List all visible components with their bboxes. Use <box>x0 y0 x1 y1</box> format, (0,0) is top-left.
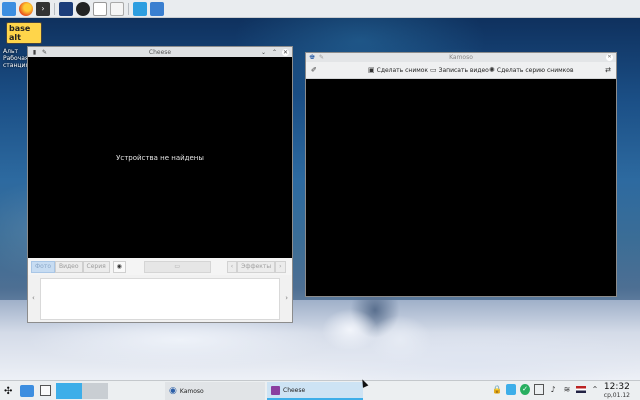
kamoso-titlebar[interactable]: ♚ ✎ Kamoso ✕ <box>306 53 616 62</box>
window-title: Kamoso <box>449 54 473 61</box>
thumbnail-area[interactable] <box>40 278 280 320</box>
burst-button[interactable]: ✺ Сделать серию снимков <box>489 66 574 74</box>
maximize-icon[interactable]: ⌃ <box>271 49 278 56</box>
desktop-logo-icon[interactable]: base alt <box>6 22 42 44</box>
no-device-message: Устройства не найдены <box>116 153 204 162</box>
virtual-desktop-1[interactable] <box>56 383 69 399</box>
burst-label: Сделать серию снимков <box>496 66 574 74</box>
top-panel: › <box>0 0 640 18</box>
document-icon[interactable] <box>110 1 124 16</box>
kamoso-viewport <box>306 79 616 296</box>
task-kamoso[interactable]: ◉ Kamoso <box>165 382 265 400</box>
record-video-button[interactable]: ▭ Записать видео <box>430 66 489 74</box>
desktop-logo-text: base alt <box>9 24 31 42</box>
thumbnail-strip: ‹ › <box>28 275 292 322</box>
cheese-window: ▮ ✎ Cheese ⌄ ⌃ ✕ Устройства не найдены Ф… <box>27 46 293 323</box>
video-camera-icon: ▭ <box>430 66 437 74</box>
prev-effects-button[interactable]: ‹ <box>226 260 238 273</box>
folder-icon[interactable] <box>2 1 16 16</box>
circle-icon[interactable] <box>93 1 107 16</box>
app-icon[interactable] <box>59 1 73 16</box>
network-icon[interactable]: ≋ <box>562 384 572 395</box>
settings-sliders-icon[interactable]: ⇄ <box>605 66 611 74</box>
kamoso-app-icon: ◉ <box>169 386 177 396</box>
keyboard-layout-flag-icon[interactable] <box>576 386 586 393</box>
effects-wand-icon[interactable]: ✐ <box>311 66 317 74</box>
volume-icon[interactable]: ♪ <box>548 384 558 395</box>
hash-icon[interactable] <box>76 1 90 16</box>
take-photo-label: Сделать снимок <box>376 66 429 74</box>
cheese-app-icon <box>271 385 280 395</box>
update-icon[interactable] <box>506 384 516 395</box>
mode-photo-button[interactable]: Фото <box>31 260 56 273</box>
effects-button[interactable]: Эффекты <box>237 260 276 273</box>
kamoso-toolbar: ✐ ▣ Сделать снимок ▭ Записать видео ✺ Сд… <box>306 62 616 79</box>
virtual-desktop-3[interactable] <box>82 383 108 399</box>
clock[interactable]: 12:32 ср,01.12 <box>604 382 630 399</box>
system-tray: 🔒 ✓ ♪ ≋ ⌃ <box>492 384 600 395</box>
clipboard-icon[interactable] <box>534 384 544 395</box>
window-title: Cheese <box>148 48 172 56</box>
camera-icon: ▣ <box>368 66 375 74</box>
close-icon[interactable]: ✕ <box>606 54 613 61</box>
panel-separator <box>54 2 55 15</box>
app-launcher-icon[interactable]: ✣ <box>4 383 12 399</box>
terminal-icon[interactable]: › <box>36 1 50 16</box>
virtual-desktop-2[interactable] <box>69 383 82 399</box>
camera-icon[interactable]: ◉ <box>112 260 126 273</box>
lock-icon[interactable]: 🔒 <box>492 384 502 395</box>
mode-video-button[interactable]: Видео <box>55 260 83 273</box>
camera-viewport: Устройства не найдены <box>28 57 292 258</box>
take-photo-button[interactable]: ▣ Сделать снимок <box>368 66 428 74</box>
mode-burst-button[interactable]: Серия <box>82 260 110 273</box>
next-effects-button[interactable]: › <box>275 260 286 273</box>
chevron-up-icon[interactable]: ⌃ <box>590 384 600 395</box>
check-icon[interactable]: ✓ <box>520 384 530 395</box>
files-icon[interactable] <box>133 1 147 16</box>
shutter-button[interactable]: ▭ <box>143 260 211 273</box>
bottom-panel: ✣ ◉ Kamoso Cheese 🔒 ✓ ♪ ≋ ⌃ 12:32 ср,01.… <box>0 380 640 400</box>
close-icon[interactable]: ✕ <box>282 48 289 56</box>
scroll-right-icon[interactable]: › <box>285 294 288 302</box>
show-desktop-icon[interactable] <box>40 385 51 396</box>
wallpaper-snow-tree <box>320 290 440 372</box>
scroll-left-icon[interactable]: ‹ <box>32 294 35 302</box>
file-manager-icon[interactable] <box>20 385 34 397</box>
panel-separator <box>128 2 129 15</box>
task-cheese[interactable]: Cheese <box>267 382 363 400</box>
task-label: Kamoso <box>179 387 204 395</box>
clock-date: ср,01.12 <box>603 392 630 399</box>
cheese-toolbar: Фото Видео Серия ◉ ▭ ‹ Эффекты › <box>28 258 292 275</box>
clock-time: 12:32 <box>603 382 630 392</box>
firefox-icon[interactable] <box>19 1 33 16</box>
task-label: Cheese <box>283 386 306 394</box>
record-video-label: Записать видео <box>438 66 489 74</box>
minimize-icon[interactable]: ⌄ <box>260 49 267 56</box>
screen-icon[interactable] <box>150 1 164 16</box>
kamoso-window: ♚ ✎ Kamoso ✕ ✐ ▣ Сделать снимок ▭ Записа… <box>305 52 617 297</box>
burst-icon: ✺ <box>489 66 495 74</box>
cheese-titlebar[interactable]: ▮ ✎ Cheese ⌄ ⌃ ✕ <box>28 47 292 57</box>
